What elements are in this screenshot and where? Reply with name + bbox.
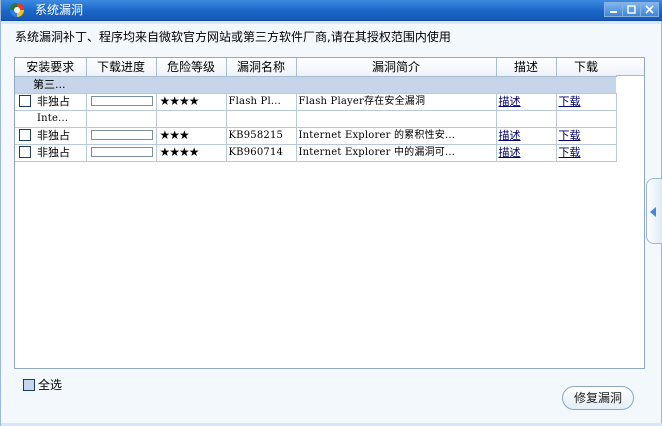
download-progress-bar (90, 96, 153, 106)
description-link[interactable]: 描述 (499, 146, 521, 159)
risk-level-stars: ★★★★ (159, 94, 200, 108)
minimize-icon (610, 11, 617, 13)
download-progress-bar (90, 147, 153, 157)
download-link[interactable]: 下载 (559, 146, 581, 159)
repair-vulnerabilities-button[interactable]: 修复漏洞 (562, 386, 634, 410)
group-label: 第三... (33, 78, 66, 91)
column-header[interactable]: 描述 (496, 58, 557, 77)
category-row[interactable]: Inte... (15, 110, 617, 128)
select-all-label: 全选 (38, 378, 63, 392)
row-checkbox[interactable] (19, 95, 31, 107)
row-checkbox[interactable] (19, 146, 31, 158)
side-expand-tab[interactable] (646, 178, 662, 244)
vulnerability-summary: Internet Explorer 的累积性安... (296, 127, 497, 145)
close-icon (645, 5, 654, 14)
install-requirement: 非独占 (37, 146, 70, 159)
install-requirement: 非独占 (37, 129, 70, 142)
risk-level-stars: ★★★ (159, 128, 190, 142)
column-header[interactable]: 漏洞名称 (226, 58, 297, 77)
description-link[interactable]: 描述 (499, 129, 521, 142)
select-all-toggle[interactable]: 全选 (23, 376, 62, 393)
install-requirement: 非独占 (37, 95, 70, 108)
vulnerability-name: KB958215 (226, 127, 297, 145)
description-link[interactable]: 描述 (499, 95, 521, 108)
column-header[interactable]: 安装要求 (15, 58, 87, 77)
vulnerability-list[interactable]: 安装要求 下载进度 危险等级 漏洞名称 漏洞简介 描述 下载 第三... 非独占… (14, 57, 645, 369)
column-header[interactable]: 下载 (556, 58, 617, 77)
table-row[interactable]: 非独占 ★★★★ Flash Pl... Flash Player存在安全漏洞 … (15, 93, 617, 111)
security-shield-icon (9, 2, 25, 18)
column-header[interactable]: 漏洞简介 (296, 58, 497, 77)
vulnerability-table: 安装要求 下载进度 危险等级 漏洞名称 漏洞简介 描述 下载 第三... 非独占… (15, 58, 617, 162)
window-controls (604, 2, 659, 17)
download-link[interactable]: 下载 (559, 95, 581, 108)
group-row[interactable]: 第三... (15, 76, 616, 94)
maximize-icon (627, 5, 636, 14)
title-bar[interactable]: 系统漏洞 (1, 0, 662, 21)
row-checkbox[interactable] (19, 129, 31, 141)
window-title: 系统漏洞 (35, 3, 84, 17)
column-header[interactable]: 下载进度 (86, 58, 157, 77)
title-separator (1, 21, 661, 24)
maximize-button[interactable] (622, 2, 641, 17)
chevron-left-icon (650, 207, 656, 217)
minimize-button[interactable] (604, 2, 623, 17)
select-all-checkbox[interactable] (23, 378, 35, 391)
vulnerability-summary: Internet Explorer 中的漏洞可... (296, 144, 497, 162)
close-button[interactable] (640, 2, 659, 17)
vulnerability-summary: Flash Player存在安全漏洞 (296, 93, 497, 111)
vulnerability-window: 系统漏洞 系统漏洞补丁、程序均来自微软官方网站或第三方软件厂商,请在其授权范围内… (0, 0, 662, 426)
vulnerability-name: Flash Pl... (226, 93, 297, 111)
category-label: Inte... (15, 110, 87, 128)
table-row[interactable]: 非独占 ★★★ KB958215 Internet Explorer 的累积性安… (15, 127, 617, 145)
download-progress-bar (90, 130, 153, 140)
table-header: 安装要求 下载进度 危险等级 漏洞名称 漏洞简介 描述 下载 (15, 58, 617, 77)
table-row[interactable]: 非独占 ★★★★ KB960714 Internet Explorer 中的漏洞… (15, 144, 617, 162)
header-filler (616, 58, 644, 76)
vulnerability-name: KB960714 (226, 144, 297, 162)
column-header[interactable]: 危险等级 (156, 58, 227, 77)
download-link[interactable]: 下载 (559, 129, 581, 142)
info-text: 系统漏洞补丁、程序均来自微软官方网站或第三方软件厂商,请在其授权范围内使用 (15, 30, 451, 44)
risk-level-stars: ★★★★ (159, 145, 200, 159)
